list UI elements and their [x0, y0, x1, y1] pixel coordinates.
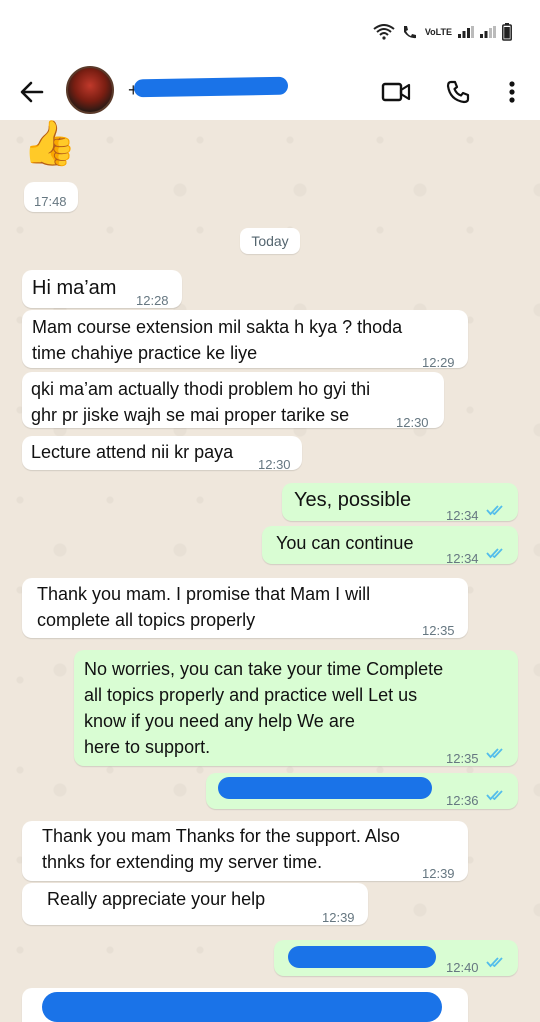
video-call-button[interactable]	[380, 76, 412, 108]
message-redaction	[218, 777, 432, 799]
chat-header: +	[0, 64, 540, 120]
back-button[interactable]	[16, 76, 48, 108]
signal-icon-2	[480, 26, 496, 38]
read-ticks-icon	[486, 957, 503, 968]
outgoing-message[interactable]: 12:40	[274, 940, 518, 976]
read-ticks-icon	[486, 748, 503, 759]
outgoing-message[interactable]: No worries, you can take your time Compl…	[74, 650, 518, 766]
signal-icon-1	[458, 26, 474, 38]
battery-icon	[502, 23, 512, 41]
read-ticks-icon	[486, 790, 503, 801]
phone-icon	[446, 80, 470, 104]
incoming-message[interactable]: Thank you mam Thanks for the support. Al…	[22, 821, 468, 881]
outgoing-message[interactable]: 12:36	[206, 773, 518, 809]
incoming-message[interactable]: Really appreciate your help 12:39	[22, 883, 368, 925]
contact-avatar[interactable]	[66, 66, 114, 114]
outgoing-message[interactable]: Yes, possible 12:34	[282, 483, 518, 523]
video-call-icon	[381, 82, 411, 102]
read-ticks-icon	[486, 548, 503, 559]
message-time-chip: 17:48	[24, 182, 78, 212]
emoji-sticker[interactable]: 👍	[20, 120, 80, 174]
read-ticks-icon	[486, 505, 503, 516]
outgoing-message[interactable]: You can continue 12:34	[262, 526, 518, 566]
contact-name-redaction	[133, 76, 289, 98]
incoming-message[interactable]	[22, 988, 468, 1022]
voice-call-button[interactable]	[442, 76, 474, 108]
more-options-button[interactable]	[496, 76, 528, 108]
back-arrow-icon	[20, 81, 44, 103]
message-redaction	[42, 992, 442, 1022]
wifi-icon	[373, 24, 395, 40]
thumbs-up-icon: 👍	[22, 120, 77, 168]
incoming-message[interactable]: Thank you mam. I promise that Mam I will…	[22, 578, 468, 638]
incoming-message[interactable]: Lecture attend nii kr paya 12:30	[22, 436, 302, 472]
message-redaction	[288, 946, 436, 968]
incoming-message[interactable]: Mam course extension mil sakta h kya ? t…	[22, 310, 468, 370]
wifi-calling-icon	[401, 24, 419, 40]
date-separator: Today	[240, 228, 300, 254]
chat-area[interactable]: 👍 17:48 Today Hi ma’am 12:28 Mam course …	[0, 120, 540, 1022]
incoming-message[interactable]: Hi ma’am 12:28	[22, 270, 182, 308]
more-vert-icon	[509, 81, 515, 103]
volte-icon: Vo LTE	[424, 26, 452, 37]
status-bar: Vo LTE	[0, 0, 540, 64]
incoming-message[interactable]: qki ma’am actually thodi problem ho gyi …	[22, 372, 444, 430]
